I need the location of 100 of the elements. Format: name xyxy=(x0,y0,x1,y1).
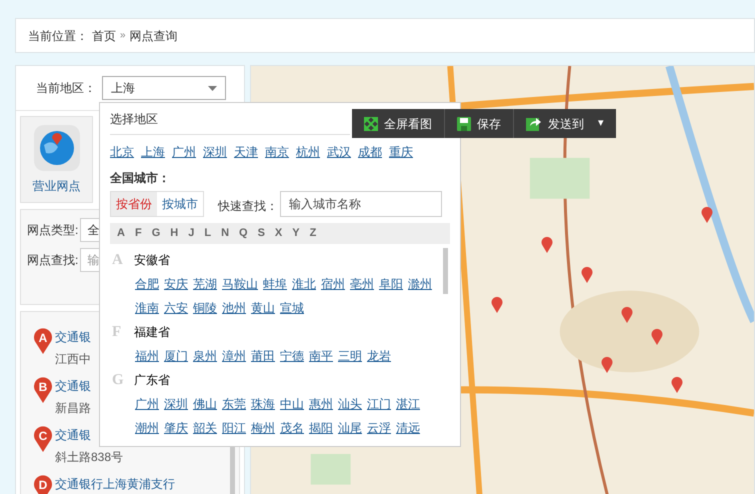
city-link[interactable]: 汕头 xyxy=(338,392,362,416)
city-link[interactable]: 揭阳 xyxy=(309,416,333,440)
city-link[interactable]: 武汉 xyxy=(327,143,351,161)
city-link[interactable]: 莆田 xyxy=(251,344,275,368)
city-link[interactable]: 泉州 xyxy=(193,344,217,368)
toolbar-button[interactable]: 发送到 ▾ xyxy=(513,109,616,138)
letter-link[interactable]: N xyxy=(221,225,230,242)
city-link[interactable]: 广州 xyxy=(135,392,159,416)
branch-name[interactable]: 交通银行上海黄浦支行 xyxy=(55,475,175,493)
map-pin-icon[interactable] xyxy=(671,376,683,393)
city-link[interactable]: 三明 xyxy=(338,344,362,368)
scrollbar[interactable] xyxy=(443,248,448,294)
map-pin-icon[interactable] xyxy=(541,236,553,253)
letter-link[interactable]: F xyxy=(134,225,142,242)
city-link[interactable]: 龙岩 xyxy=(367,344,391,368)
city-search-field[interactable]: 输入城市名称 xyxy=(280,191,442,217)
city-link[interactable]: 惠州 xyxy=(309,392,333,416)
city-link[interactable]: 重庆 xyxy=(389,143,413,161)
city-link[interactable]: 蚌埠 xyxy=(263,272,287,296)
city-link[interactable]: 马鞍山 xyxy=(222,272,258,296)
letter-link[interactable]: L xyxy=(204,225,212,242)
all-cities-label: 全国城市： xyxy=(110,170,171,187)
filter-label: 网点类型: xyxy=(27,222,78,239)
region-label: 当前地区： xyxy=(36,80,96,97)
toolbar-button[interactable]: 全屏看图 xyxy=(352,109,444,138)
city-link[interactable]: 滁州 xyxy=(408,272,432,296)
city-link[interactable]: 阜阳 xyxy=(379,272,403,296)
service-tile[interactable]: 营业网点 xyxy=(20,116,93,203)
letter-link[interactable]: Y xyxy=(292,225,300,242)
city-link[interactable]: 黄山 xyxy=(251,296,275,320)
city-link[interactable]: 云浮 xyxy=(367,416,391,440)
city-link[interactable]: 铜陵 xyxy=(193,296,217,320)
city-link[interactable]: 北京 xyxy=(110,143,134,161)
province-name: 福建省 xyxy=(134,324,170,341)
city-link[interactable]: 茂名 xyxy=(280,416,304,440)
map-pin-icon[interactable] xyxy=(651,328,663,345)
city-link[interactable]: 淮北 xyxy=(292,272,316,296)
letter-link[interactable]: Q xyxy=(239,225,248,242)
map-pin-icon[interactable] xyxy=(601,356,613,373)
city-link[interactable]: 淮南 xyxy=(135,296,159,320)
branch-name[interactable]: 交通银 xyxy=(55,377,91,395)
letter-link[interactable]: H xyxy=(170,225,178,242)
city-link[interactable]: 宣城 xyxy=(280,296,304,320)
letter-link[interactable]: S xyxy=(258,225,265,242)
save-icon xyxy=(457,116,471,130)
province-name: 广东省 xyxy=(134,372,170,389)
letter-link[interactable]: J xyxy=(188,225,194,242)
letter-link[interactable]: Z xyxy=(310,225,316,242)
city-link[interactable]: 阳江 xyxy=(222,416,246,440)
expand-icon xyxy=(364,116,378,130)
city-link[interactable]: 广州 xyxy=(172,143,196,161)
map-pin-icon[interactable] xyxy=(621,306,633,323)
city-link[interactable]: 合肥 xyxy=(135,272,159,296)
breadcrumb-link[interactable]: 首页 xyxy=(92,26,116,44)
city-link[interactable]: 六安 xyxy=(164,296,188,320)
branch-name[interactable]: 交通银 xyxy=(55,328,91,346)
city-link[interactable]: 天津 xyxy=(234,143,258,161)
city-link[interactable]: 安庆 xyxy=(164,272,188,296)
city-link[interactable]: 珠海 xyxy=(251,392,275,416)
city-link[interactable]: 南京 xyxy=(265,143,289,161)
breadcrumb-link[interactable]: 网点查询 xyxy=(130,26,178,44)
city-link[interactable]: 湛江 xyxy=(396,392,420,416)
city-link[interactable]: 深圳 xyxy=(203,143,227,161)
branch-address: 斜土路838号 xyxy=(55,449,124,466)
city-link[interactable]: 江门 xyxy=(367,392,391,416)
globe-icon xyxy=(34,125,80,171)
breadcrumb-separator: » xyxy=(120,29,126,43)
city-link[interactable]: 肇庆 xyxy=(164,416,188,440)
city-link[interactable]: 清远 xyxy=(396,416,420,440)
city-link[interactable]: 厦门 xyxy=(164,344,188,368)
letter-link[interactable]: X xyxy=(274,225,282,242)
city-link[interactable]: 福州 xyxy=(135,344,159,368)
map-pin-icon[interactable] xyxy=(581,266,593,283)
city-link[interactable]: 漳州 xyxy=(222,344,246,368)
city-link[interactable]: 梅州 xyxy=(251,416,275,440)
city-link[interactable]: 成都 xyxy=(358,143,382,161)
city-link[interactable]: 韶关 xyxy=(193,416,217,440)
city-link[interactable]: 潮州 xyxy=(135,416,159,440)
city-link[interactable]: 池州 xyxy=(222,296,246,320)
city-link[interactable]: 亳州 xyxy=(350,272,374,296)
search-label: 快速查找： xyxy=(218,198,278,215)
city-link[interactable]: 芜湖 xyxy=(193,272,217,296)
city-link[interactable]: 深圳 xyxy=(164,392,188,416)
city-link[interactable]: 南平 xyxy=(309,344,333,368)
city-link[interactable]: 上海 xyxy=(141,143,165,161)
city-link[interactable]: 宁德 xyxy=(280,344,304,368)
map-pin-icon[interactable] xyxy=(701,206,713,223)
picker-tab[interactable]: 按省份 xyxy=(111,192,157,216)
map-marker: A xyxy=(33,327,53,355)
city-link[interactable]: 汕尾 xyxy=(338,416,362,440)
branch-address: 江西中 xyxy=(55,351,91,368)
region-select[interactable]: 上海 xyxy=(102,76,226,100)
city-link[interactable]: 杭州 xyxy=(296,143,320,161)
letter-link[interactable]: G xyxy=(152,225,160,242)
city-link[interactable]: 宿州 xyxy=(321,272,345,296)
city-link[interactable]: 东莞 xyxy=(222,392,246,416)
city-link[interactable]: 佛山 xyxy=(193,392,217,416)
city-link[interactable]: 中山 xyxy=(280,392,304,416)
letter-link[interactable]: A xyxy=(117,225,125,242)
map-pin-icon[interactable] xyxy=(491,296,503,313)
